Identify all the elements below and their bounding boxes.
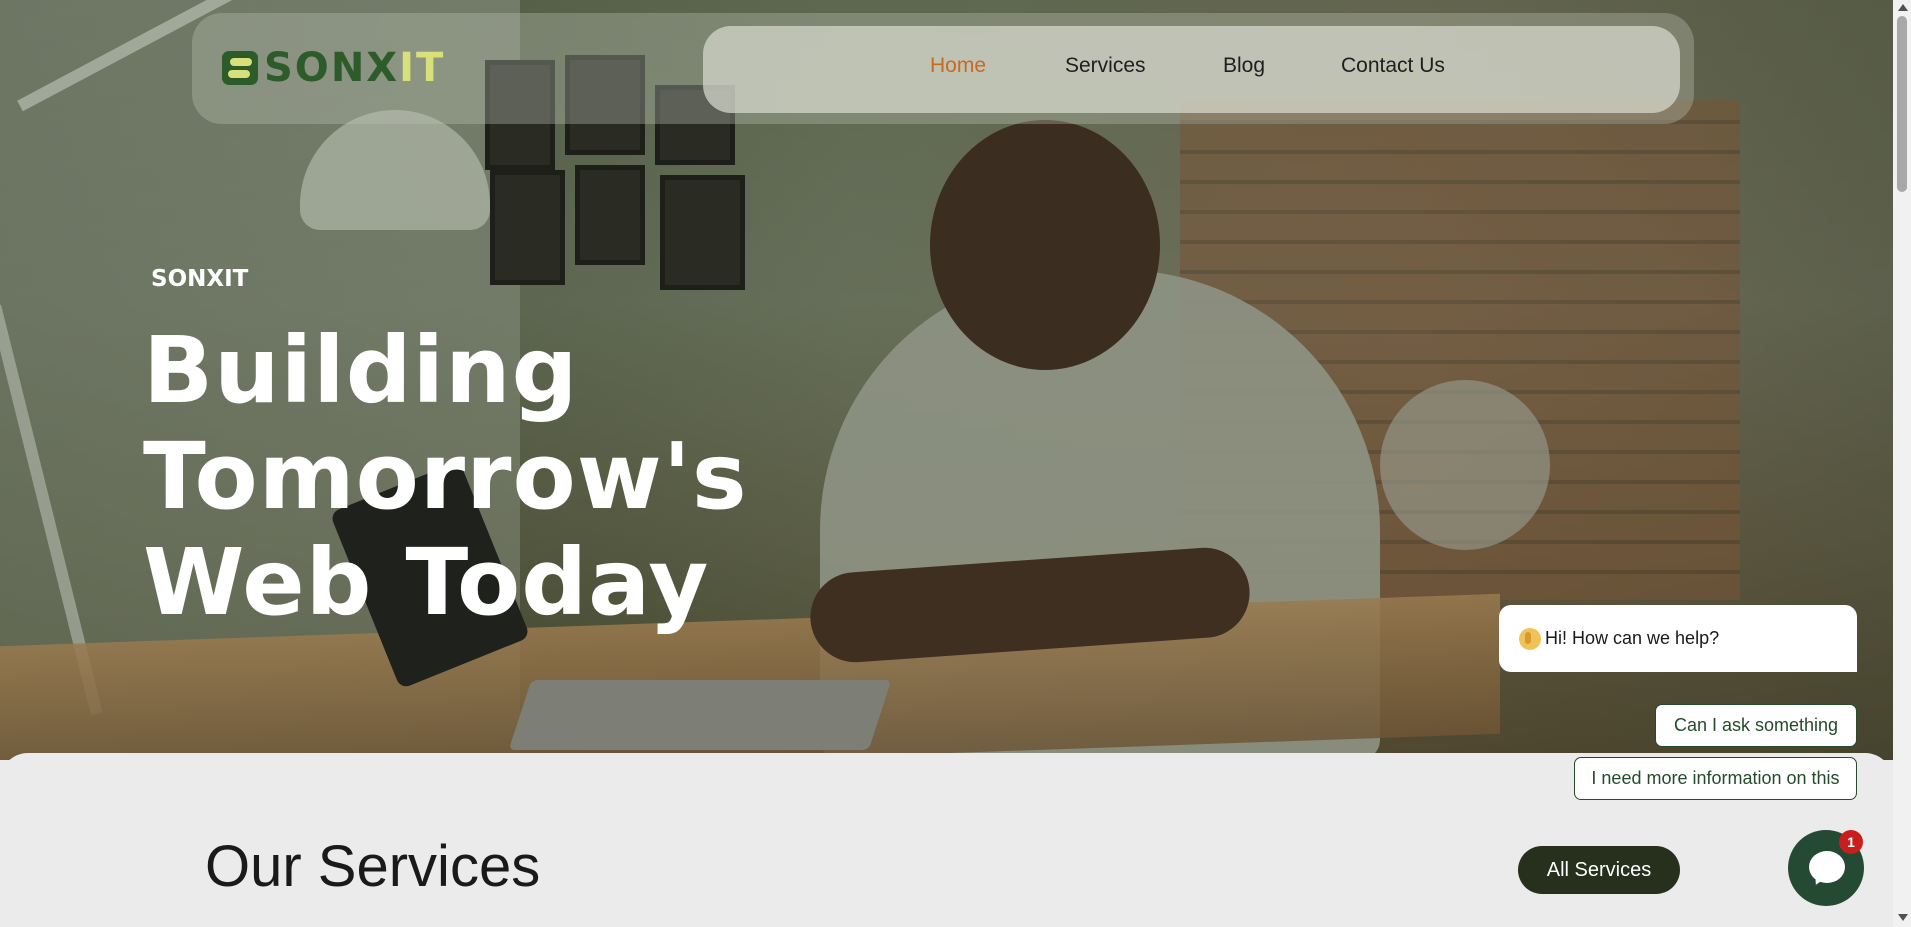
logo-text: SONXIT — [264, 48, 445, 88]
chat-quick-reply-more-info[interactable]: I need more information on this — [1574, 757, 1857, 800]
picture-frame — [490, 170, 565, 285]
chat-greeting-bubble[interactable]: Hi! How can we help? — [1499, 605, 1857, 672]
logo-text-part2: IT — [399, 45, 446, 91]
scroll-down-arrow-icon[interactable] — [1898, 914, 1908, 921]
nav-link-home[interactable]: Home — [930, 54, 986, 78]
site-logo[interactable]: SONXIT — [222, 48, 445, 88]
hero-headline-line2: Web Today — [143, 529, 710, 636]
nav-link-services[interactable]: Services — [1065, 54, 1146, 78]
background-plate — [1380, 380, 1550, 550]
picture-frame — [575, 165, 645, 265]
services-title: Our Services — [205, 834, 541, 899]
hero-headline: Building Tomorrow's Web Today — [143, 318, 1143, 636]
picture-frame — [660, 175, 745, 290]
all-services-button[interactable]: All Services — [1518, 846, 1680, 894]
chat-bubble-icon — [1809, 851, 1845, 883]
nav-link-contact-us[interactable]: Contact Us — [1341, 54, 1445, 78]
sonxit-logo-icon — [222, 51, 258, 85]
scrollbar-thumb[interactable] — [1897, 16, 1907, 192]
nav-link-blog[interactable]: Blog — [1223, 54, 1265, 78]
hero-eyebrow: SONXIT — [151, 266, 249, 292]
chat-greeting-text: Hi! How can we help? — [1545, 628, 1720, 648]
logo-text-part1: SONX — [264, 45, 400, 91]
scroll-up-arrow-icon[interactable] — [1898, 4, 1908, 11]
main-nav-container — [703, 26, 1680, 113]
page-scrollbar[interactable] — [1893, 0, 1911, 927]
hero-headline-line1: Building Tomorrow's — [143, 317, 748, 530]
chat-unread-badge: 1 — [1839, 830, 1863, 854]
waving-hand-icon — [1519, 627, 1541, 650]
hero-laptop — [508, 680, 892, 750]
chat-quick-reply-ask[interactable]: Can I ask something — [1655, 704, 1857, 747]
